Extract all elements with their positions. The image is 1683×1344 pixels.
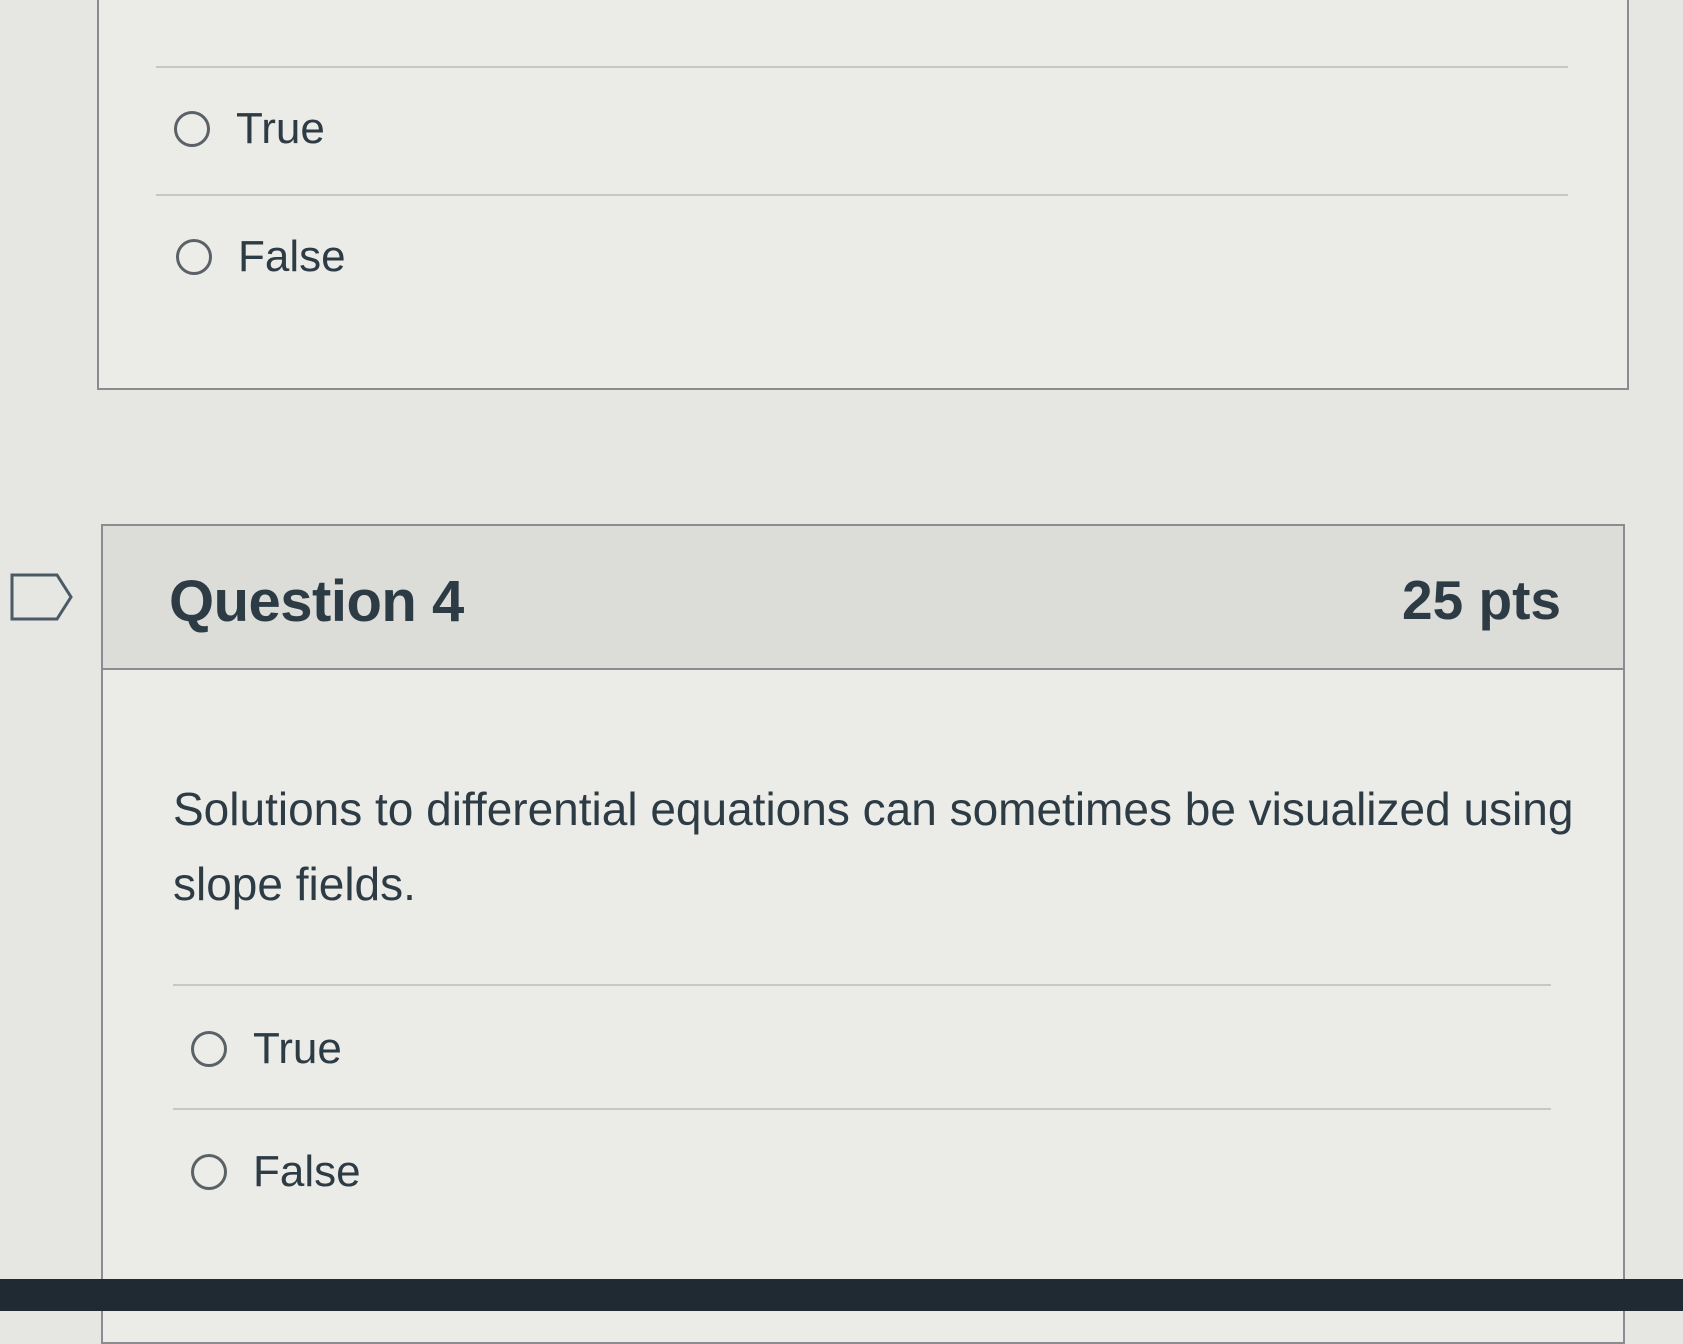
answer-label: False [253,1147,361,1196]
answer-option-true[interactable]: True [174,104,325,154]
answer-divider [173,984,1551,986]
answer-option-false[interactable]: False [176,232,346,282]
answer-option-true[interactable]: True [191,1024,342,1074]
question-header: Question 4 25 pts [103,526,1623,670]
radio-button-icon[interactable] [174,111,210,147]
answer-label: False [238,232,346,281]
screen-bottom-edge [0,1279,1683,1311]
radio-button-icon[interactable] [191,1154,227,1190]
answer-label: True [236,104,325,153]
question-points: 25 pts [1402,569,1561,631]
answer-divider [156,66,1568,68]
radio-button-icon[interactable] [176,239,212,275]
answer-label: True [253,1024,342,1073]
answer-divider [156,194,1568,196]
question-title: Question 4 [169,569,464,634]
flag-question-icon[interactable] [9,572,75,622]
previous-question-card: True False [97,0,1629,390]
radio-button-icon[interactable] [191,1031,227,1067]
question-card: Question 4 25 pts Solutions to different… [101,524,1625,1344]
question-text: Solutions to differential equations can … [173,783,1574,910]
answer-option-false[interactable]: False [191,1147,361,1197]
answer-divider [173,1108,1551,1110]
